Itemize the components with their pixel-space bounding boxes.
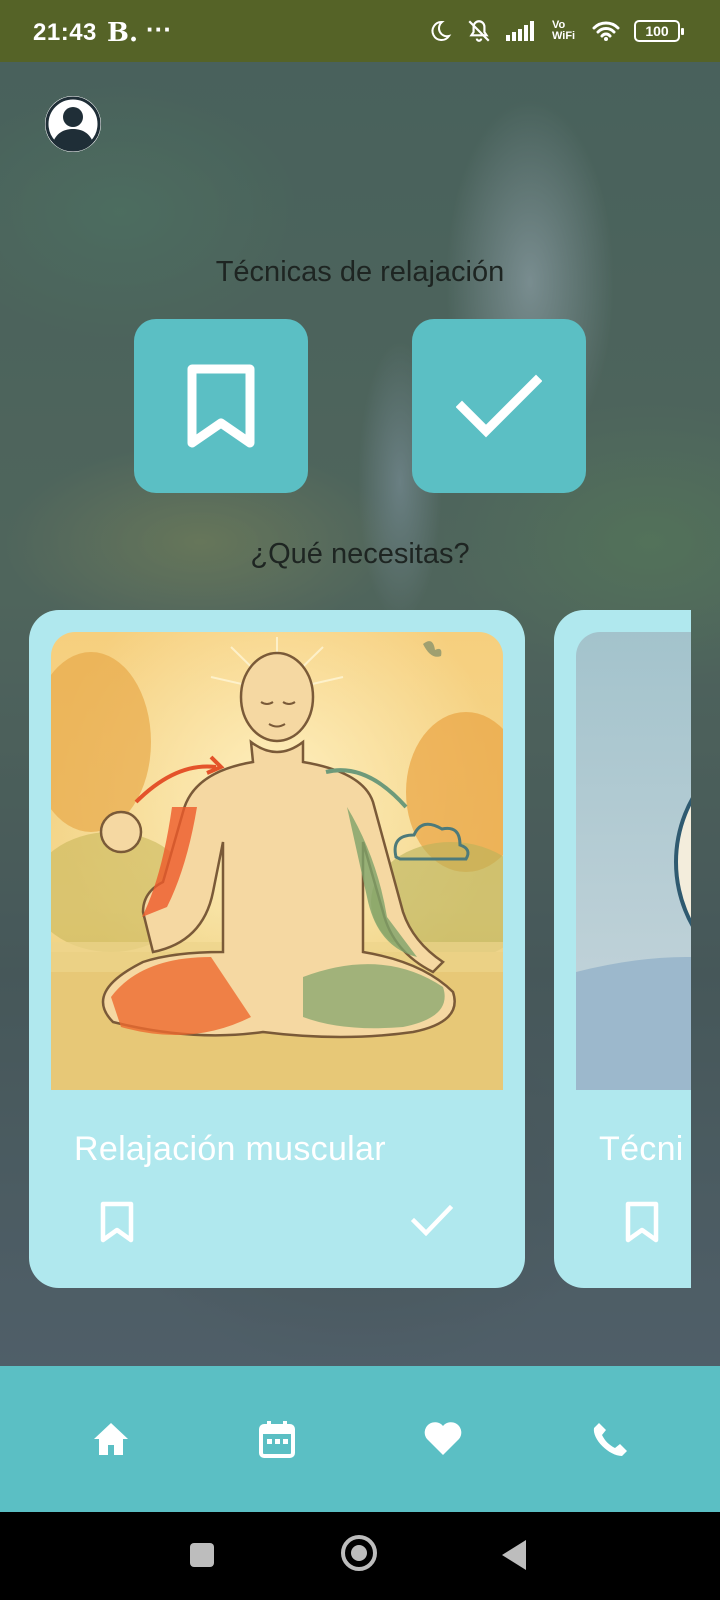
check-icon [410, 1204, 454, 1237]
nav-call[interactable] [579, 1409, 639, 1469]
notification-more-icon: ··· [146, 14, 172, 44]
card-bookmark-button[interactable] [624, 1200, 660, 1249]
moon-icon [431, 20, 452, 41]
needs-title: ¿Qué necesitas? [250, 538, 470, 570]
bookmark-icon [100, 1201, 134, 1243]
calendar-icon [259, 1421, 295, 1458]
wifi-icon [592, 21, 620, 41]
card-complete-button[interactable] [410, 1204, 454, 1241]
battery-indicator: 100 [634, 20, 684, 42]
status-icons: Vo WiFi 100 [428, 18, 684, 44]
technique-card[interactable]: Técni [554, 610, 691, 1288]
signal-icon [506, 21, 534, 41]
status-bar: 21:43 B. ··· Vo WiFi 100 [0, 0, 720, 62]
bottom-navigation [0, 1366, 720, 1512]
account-circle-icon [45, 96, 101, 152]
recents-button[interactable] [190, 1543, 214, 1567]
card-illustration [51, 632, 503, 1090]
nav-calendar[interactable] [247, 1409, 307, 1469]
card-illustration [576, 632, 691, 1090]
technique-card[interactable]: Relajación muscular [29, 610, 525, 1288]
check-icon [456, 374, 542, 438]
carrier-badge: B. [107, 18, 139, 48]
nav-favorites[interactable] [413, 1409, 473, 1469]
card-title: Técni [599, 1130, 684, 1168]
vowifi-label: Vo WiFi [552, 19, 576, 42]
status-time: 21:43 [33, 19, 97, 46]
techniques-title: Técnicas de relajación [215, 256, 505, 288]
completed-techniques-button[interactable] [412, 319, 586, 493]
bookmark-icon [625, 1201, 659, 1243]
bookmark-icon [187, 364, 255, 448]
back-button[interactable] [502, 1540, 526, 1570]
saved-techniques-button[interactable] [134, 319, 308, 493]
technique-carousel[interactable]: Relajación muscular Técni [0, 610, 691, 1290]
home-button[interactable] [341, 1535, 377, 1571]
card-bookmark-button[interactable] [99, 1200, 135, 1249]
phone-icon [593, 1423, 627, 1456]
home-icon [94, 1423, 128, 1455]
card-title: Relajación muscular [74, 1130, 386, 1168]
nav-home[interactable] [81, 1409, 141, 1469]
system-navigation-bar [0, 1512, 720, 1600]
profile-avatar-button[interactable] [45, 96, 101, 152]
mute-icon [468, 20, 490, 42]
heart-icon [424, 1422, 462, 1455]
